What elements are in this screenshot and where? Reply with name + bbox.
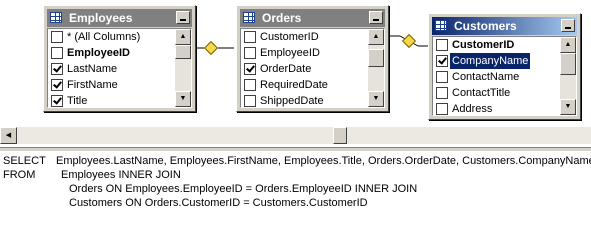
column-checkbox[interactable]: [436, 87, 448, 99]
table-grid-icon: [435, 20, 447, 31]
scroll-up-arrow-icon[interactable]: ▲: [175, 29, 191, 45]
column-label: OrderDate: [260, 63, 312, 75]
sql-pane[interactable]: SELECT Employees.LastName, Employees.Fir…: [0, 151, 591, 210]
column-checkbox[interactable]: [51, 31, 63, 43]
table-title-bar[interactable]: Customers: [432, 17, 577, 35]
column-label: CustomerID: [260, 31, 319, 43]
column-checkbox[interactable]: [244, 47, 256, 59]
column-label: LastName: [67, 63, 118, 75]
column-checkbox[interactable]: [244, 31, 256, 43]
vertical-scrollbar[interactable]: ▲ ▼: [560, 37, 576, 115]
minimize-icon[interactable]: [369, 11, 383, 24]
column-checkbox[interactable]: [244, 95, 256, 107]
table-grid-icon: [50, 12, 62, 23]
column-label: ContactName: [452, 71, 520, 83]
column-row[interactable]: ShippedDate: [241, 93, 368, 107]
scroll-down-arrow-icon[interactable]: ▼: [368, 91, 384, 107]
column-label: Title: [67, 95, 88, 107]
column-row[interactable]: RequiredDate: [241, 77, 368, 93]
minimize-icon[interactable]: [176, 11, 190, 24]
column-row[interactable]: * (All Columns): [48, 29, 175, 45]
column-row[interactable]: Address: [433, 101, 560, 115]
table-title-bar[interactable]: Employees: [47, 9, 192, 27]
scroll-down-arrow-icon[interactable]: ▼: [175, 91, 191, 107]
table-name: Orders: [262, 11, 302, 25]
sql-from-line: Customers ON Orders.CustomerID = Custome…: [69, 197, 368, 209]
column-label: FirstName: [67, 79, 118, 91]
sql-keyword-select: SELECT: [3, 155, 46, 167]
column-label: EmployeeID: [67, 47, 130, 59]
column-row[interactable]: Title: [48, 93, 175, 107]
sql-from-line: Orders ON Employees.EmployeeID = Orders.…: [69, 183, 418, 195]
scroll-thumb[interactable]: [560, 53, 576, 75]
column-label: CompanyName: [450, 53, 531, 69]
diagram-pane[interactable]: Employees * (All Columns) EmployeeID LastN…: [0, 0, 591, 124]
column-checkbox[interactable]: [51, 79, 63, 91]
table-employees[interactable]: Employees * (All Columns) EmployeeID LastN…: [43, 5, 196, 112]
scroll-thumb[interactable]: [175, 45, 191, 59]
column-label: Address: [452, 103, 493, 115]
minimize-icon[interactable]: [561, 19, 575, 32]
column-checkbox[interactable]: [51, 47, 63, 59]
column-list[interactable]: CustomerID CompanyName ContactName ContactT…: [432, 36, 577, 116]
scroll-down-arrow-icon[interactable]: ▼: [560, 99, 576, 115]
column-label: RequiredDate: [260, 79, 328, 91]
column-checkbox[interactable]: [244, 63, 256, 75]
column-label: EmployeeID: [260, 47, 320, 59]
table-title-bar[interactable]: Orders: [240, 9, 385, 27]
column-label: CustomerID: [452, 39, 515, 51]
table-grid-icon: [243, 12, 255, 23]
column-row[interactable]: EmployeeID: [241, 45, 368, 61]
column-row[interactable]: EmployeeID: [48, 45, 175, 61]
column-row[interactable]: OrderDate: [241, 61, 368, 77]
column-label: ContactTitle: [452, 87, 511, 99]
column-label: ShippedDate: [260, 95, 324, 107]
column-checkbox[interactable]: [51, 95, 63, 107]
column-list[interactable]: * (All Columns) EmployeeID LastName FirstNa…: [47, 28, 192, 108]
column-list[interactable]: CustomerID EmployeeID OrderDate RequiredDat…: [240, 28, 385, 108]
vertical-scrollbar[interactable]: ▲ ▼: [368, 29, 384, 107]
column-checkbox[interactable]: [244, 79, 256, 91]
column-checkbox[interactable]: [436, 103, 448, 115]
column-row[interactable]: ContactTitle: [433, 85, 560, 101]
column-checkbox[interactable]: [436, 39, 448, 51]
sql-select-columns: Employees.LastName, Employees.FirstName,…: [56, 155, 591, 167]
table-name: Employees: [69, 11, 133, 25]
column-checkbox[interactable]: [51, 63, 63, 75]
horizontal-scrollbar[interactable]: ◀: [0, 127, 591, 144]
scroll-left-arrow-icon[interactable]: ◀: [0, 127, 17, 144]
scroll-up-arrow-icon[interactable]: ▲: [368, 29, 384, 45]
table-orders[interactable]: Orders CustomerID EmployeeID OrderDate Requ…: [236, 5, 389, 112]
column-checkbox[interactable]: [436, 71, 448, 83]
horizontal-scroll-thumb[interactable]: [333, 127, 347, 144]
scroll-thumb[interactable]: [368, 49, 384, 67]
column-checkbox[interactable]: [436, 55, 448, 67]
vertical-scrollbar[interactable]: ▲ ▼: [175, 29, 191, 107]
table-customers[interactable]: Customers CustomerID CompanyName ContactNa…: [428, 13, 581, 120]
scroll-up-arrow-icon[interactable]: ▲: [560, 37, 576, 53]
column-row[interactable]: ContactName: [433, 69, 560, 85]
column-row[interactable]: FirstName: [48, 77, 175, 93]
column-label: * (All Columns): [67, 31, 141, 43]
column-row[interactable]: CompanyName: [433, 53, 560, 69]
table-name: Customers: [454, 19, 517, 33]
column-row[interactable]: LastName: [48, 61, 175, 77]
column-row[interactable]: CustomerID: [433, 37, 560, 53]
column-row[interactable]: CustomerID: [241, 29, 368, 45]
sql-keyword-from: FROM: [3, 169, 36, 181]
sql-from-line: Employees INNER JOIN: [61, 169, 181, 181]
